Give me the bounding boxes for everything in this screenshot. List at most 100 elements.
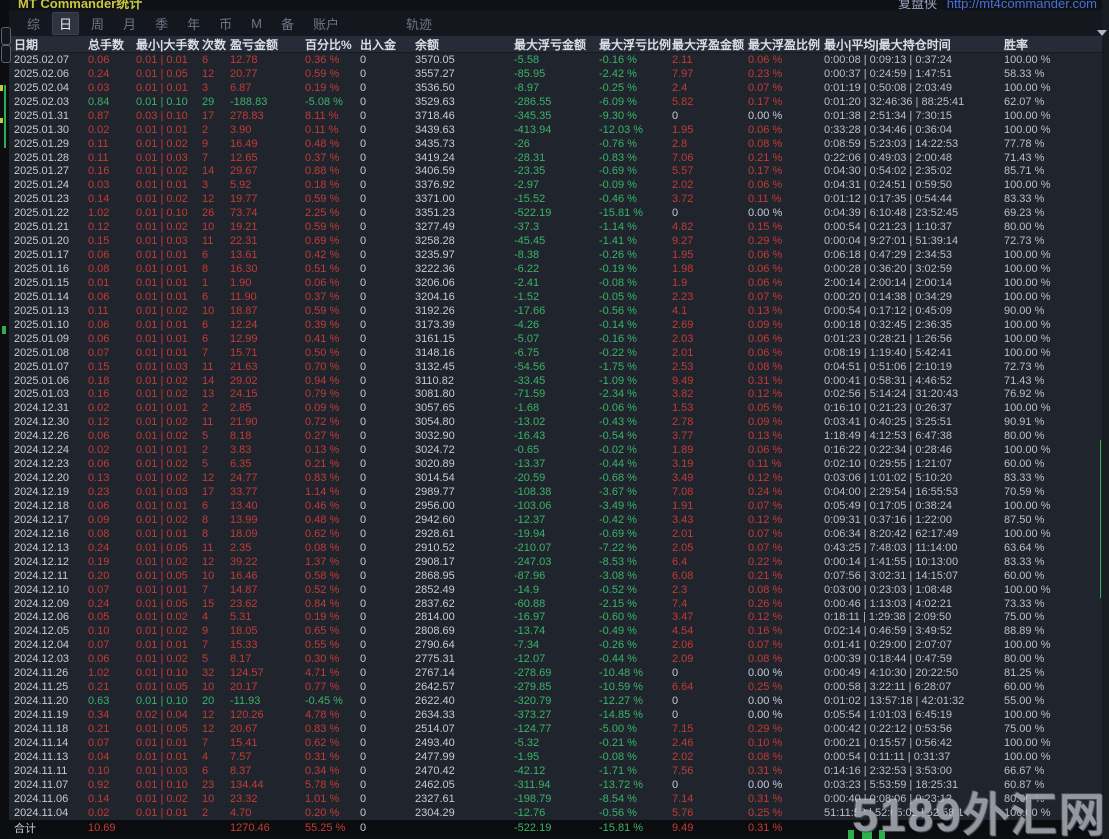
brand-url-link[interactable]: http://mt4commander.com — [947, 0, 1097, 10]
cell-balance: 3081.80 — [415, 388, 514, 400]
col-header-lots[interactable]: 总手数 — [88, 36, 136, 53]
table-row[interactable]: 2024.12.110.200.01 | 0.051016.460.58 %02… — [9, 569, 1109, 583]
tab-账户[interactable]: 账户 — [306, 12, 346, 35]
table-row[interactable]: 2024.12.180.060.01 | 0.01613.400.46 %029… — [9, 499, 1109, 513]
table-row[interactable]: 2025.02.040.030.01 | 0.0136.870.19 %0353… — [9, 81, 1109, 95]
table-row[interactable]: 2025.01.080.070.01 | 0.01715.710.50 %031… — [9, 346, 1109, 360]
table-row[interactable]: 2025.01.280.110.01 | 0.03712.650.37 %034… — [9, 151, 1109, 165]
scroll-down-arrow-icon[interactable] — [1097, 30, 1107, 36]
table-row[interactable]: 2025.01.130.110.01 | 0.021018.870.59 %03… — [9, 304, 1109, 318]
table-row[interactable]: 2025.01.070.150.01 | 0.031121.630.70 %03… — [9, 360, 1109, 374]
col-header-deposit[interactable]: 出入金 — [360, 36, 415, 53]
col-header-max-float-profit-pct[interactable]: 最大浮盈比例 — [748, 36, 824, 53]
cell-max-float-profit-pct: 0.08 % — [748, 584, 824, 596]
cell-percent: 0.31 % — [305, 751, 360, 763]
table-row[interactable]: 2025.01.170.060.01 | 0.01613.610.42 %032… — [9, 248, 1109, 262]
cell-percent: 0.19 % — [305, 82, 360, 94]
tab-周[interactable]: 周 — [84, 12, 111, 35]
background-green-tick-artifact — [2, 326, 6, 334]
table-row[interactable]: 2025.02.070.060.01 | 0.01612.780.36 %035… — [9, 53, 1109, 67]
table-row[interactable]: 2024.12.060.050.01 | 0.0245.310.19 %0281… — [9, 611, 1109, 625]
table-row[interactable]: 2024.12.300.120.01 | 0.021121.900.72 %03… — [9, 415, 1109, 429]
table-row[interactable]: 2024.11.140.070.01 | 0.01715.410.62 %024… — [9, 736, 1109, 750]
table-row[interactable]: 2024.12.310.020.01 | 0.0122.850.09 %0305… — [9, 401, 1109, 415]
cell-max-float-loss: -17.66 — [514, 305, 599, 317]
tab-日[interactable]: 日 — [52, 12, 79, 35]
table-row[interactable]: 2025.01.221.020.01 | 0.102673.742.25 %03… — [9, 206, 1109, 220]
table-row[interactable]: 2025.01.140.060.01 | 0.01611.900.37 %032… — [9, 290, 1109, 304]
col-header-date[interactable]: 日期 — [14, 36, 88, 53]
tab-币[interactable]: 币 — [212, 12, 239, 35]
col-header-percent[interactable]: 百分比% — [305, 36, 360, 53]
table-row[interactable]: 2025.01.030.160.01 | 0.021324.150.79 %03… — [9, 388, 1109, 402]
table-row[interactable]: 2025.01.200.150.01 | 0.031122.310.69 %03… — [9, 234, 1109, 248]
cell-win-rate: 100.00 % — [1004, 639, 1100, 651]
col-header-balance[interactable]: 余额 — [415, 36, 514, 53]
table-row[interactable]: 2024.11.261.020.01 | 0.1032124.574.71 %0… — [9, 666, 1109, 680]
table-row[interactable]: 2024.12.230.060.01 | 0.0256.350.21 %0302… — [9, 457, 1109, 471]
table-row[interactable]: 2025.02.030.840.01 | 0.1029-188.83-5.08 … — [9, 95, 1109, 109]
table-row[interactable]: 2024.12.130.240.01 | 0.05112.350.08 %029… — [9, 541, 1109, 555]
col-header-max-float-loss[interactable]: 最大浮亏金额 — [514, 36, 599, 53]
cell-win-rate: 63.64 % — [1004, 542, 1100, 554]
table-row[interactable]: 2025.01.240.030.01 | 0.0135.920.18 %0337… — [9, 178, 1109, 192]
tab-年[interactable]: 年 — [180, 12, 207, 35]
cell-date: 2025.02.06 — [14, 68, 88, 80]
table-row[interactable]: 2025.01.210.120.01 | 0.021019.210.59 %03… — [9, 220, 1109, 234]
cell-count: 10 — [202, 681, 230, 693]
table-row[interactable]: 2024.11.130.040.01 | 0.0147.570.31 %0247… — [9, 750, 1109, 764]
cell-max-float-profit: 7.06 — [672, 152, 748, 164]
table-row[interactable]: 2025.01.300.020.01 | 0.0123.900.11 %0343… — [9, 123, 1109, 137]
table-row[interactable]: 2024.11.180.210.01 | 0.051220.670.83 %02… — [9, 722, 1109, 736]
table-row[interactable]: 2025.01.270.160.01 | 0.021429.670.88 %03… — [9, 165, 1109, 179]
table-row[interactable]: 2025.01.310.870.03 | 0.1017278.838.11 %0… — [9, 109, 1109, 123]
cell-max-float-loss: -12.07 — [514, 653, 599, 665]
tab-季[interactable]: 季 — [148, 12, 175, 35]
table-row[interactable]: 2024.11.250.210.01 | 0.051020.170.77 %02… — [9, 680, 1109, 694]
table-row[interactable]: 2025.01.290.110.01 | 0.02916.490.48 %034… — [9, 137, 1109, 151]
col-header-count[interactable]: 次数 — [202, 36, 230, 53]
tab-月[interactable]: 月 — [116, 12, 143, 35]
table-row[interactable]: 2024.12.190.230.01 | 0.031733.771.14 %02… — [9, 485, 1109, 499]
col-header-minmax-lots[interactable]: 最小|大手数 — [136, 36, 202, 53]
tab-备[interactable]: 备 — [274, 12, 301, 35]
table-row[interactable]: 2024.11.200.630.01 | 0.1020-11.93-0.45 %… — [9, 694, 1109, 708]
table-row[interactable]: 2025.01.090.060.01 | 0.01612.990.41 %031… — [9, 332, 1109, 346]
table-row[interactable]: 2024.11.110.100.01 | 0.0368.370.34 %0247… — [9, 764, 1109, 778]
cell-lots: 0.06 — [88, 54, 136, 66]
cell-win-rate: 100.00 % — [1004, 333, 1100, 345]
table-row[interactable]: 2025.01.060.180.01 | 0.021429.020.94 %03… — [9, 374, 1109, 388]
tab-轨迹[interactable]: 轨迹 — [399, 12, 439, 35]
cell-count: 6 — [202, 765, 230, 777]
table-row[interactable]: 2025.01.160.080.01 | 0.01816.300.51 %032… — [9, 262, 1109, 276]
col-header-max-float-profit[interactable]: 最大浮盈金额 — [672, 36, 748, 53]
cell-win-rate: 60.00 % — [1004, 570, 1100, 582]
table-row[interactable]: 2024.12.240.020.01 | 0.0123.830.13 %0302… — [9, 443, 1109, 457]
table-row[interactable]: 2024.12.120.190.01 | 0.021239.221.37 %02… — [9, 555, 1109, 569]
cell-hold-time: 0:00:54 | 0:17:12 | 0:45:09 — [824, 305, 1004, 317]
table-row[interactable]: 2024.12.160.080.01 | 0.01818.090.62 %029… — [9, 527, 1109, 541]
tab-综[interactable]: 综 — [20, 12, 47, 35]
table-row[interactable]: 2024.12.030.060.01 | 0.0258.170.30 %0277… — [9, 652, 1109, 666]
table-row[interactable]: 2024.12.050.100.01 | 0.02918.050.65 %028… — [9, 624, 1109, 638]
table-row[interactable]: 2024.12.200.130.01 | 0.021224.770.83 %03… — [9, 471, 1109, 485]
table-row[interactable]: 2024.12.100.070.01 | 0.01714.870.52 %028… — [9, 583, 1109, 597]
tab-M[interactable]: M — [244, 14, 269, 33]
col-header-max-float-loss-pct[interactable]: 最大浮亏比例 — [599, 36, 672, 53]
table-row[interactable]: 2024.11.190.340.02 | 0.0412120.264.78 %0… — [9, 708, 1109, 722]
col-header-win-rate[interactable]: 胜率 — [1004, 36, 1100, 53]
table-row[interactable]: 2025.02.060.240.01 | 0.051220.770.59 %03… — [9, 67, 1109, 81]
table-row[interactable]: 2024.12.170.090.01 | 0.02813.990.48 %029… — [9, 513, 1109, 527]
table-row[interactable]: 2025.01.230.140.01 | 0.021219.770.59 %03… — [9, 192, 1109, 206]
table-row[interactable]: 2025.01.100.060.01 | 0.01612.240.39 %031… — [9, 318, 1109, 332]
cell-max-float-loss: -320.79 — [514, 695, 599, 707]
cell-count: 6 — [202, 319, 230, 331]
col-header-hold-time[interactable]: 最小|平均|最大持仓时间 — [824, 36, 1004, 53]
cell-date: 2025.01.28 — [14, 152, 88, 164]
cell-count: 8 — [202, 263, 230, 275]
table-row[interactable]: 2024.12.090.240.01 | 0.051523.620.84 %02… — [9, 597, 1109, 611]
table-row[interactable]: 2025.01.150.010.01 | 0.0111.900.06 %0320… — [9, 276, 1109, 290]
col-header-pnl[interactable]: 盈亏金额 — [230, 36, 305, 53]
table-row[interactable]: 2024.12.040.070.01 | 0.01715.330.55 %027… — [9, 638, 1109, 652]
table-row[interactable]: 2024.12.260.060.01 | 0.0258.180.27 %0303… — [9, 429, 1109, 443]
